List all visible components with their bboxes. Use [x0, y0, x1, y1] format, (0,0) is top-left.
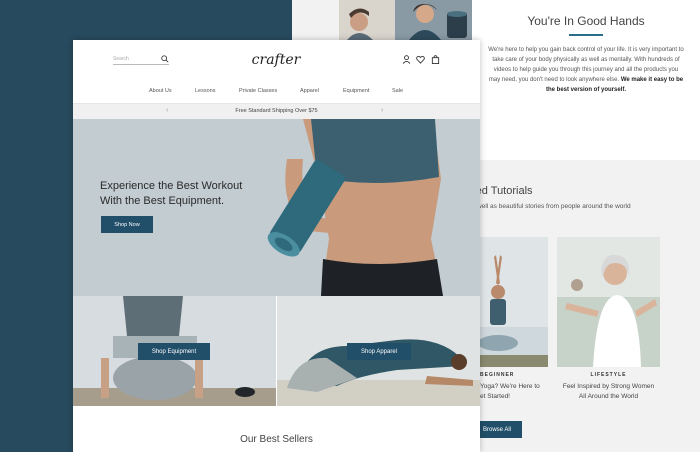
logo-text: crafter [252, 52, 302, 68]
about-photo-1 [339, 0, 395, 40]
hero-banner: Experience the Best Workout With the Bes… [73, 119, 480, 296]
tutorial-caption-2-line1: Feel Inspired by Strong Women [562, 383, 655, 390]
tutorials-title: red Tutorials [472, 185, 533, 197]
search-input[interactable]: Search [113, 56, 129, 62]
front-page: Search crafter About Us Lessons Private … [73, 40, 480, 452]
tutorials-subtitle: s well as beautiful stories from people … [472, 203, 631, 210]
tutorial-card-image-1[interactable] [480, 237, 548, 367]
tutorial-card-image-2[interactable] [557, 237, 660, 367]
nav-item-apparel[interactable]: Apparel [300, 88, 319, 94]
about-text: We're here to help you gain back control… [488, 45, 684, 95]
nav-item-private-classes[interactable]: Private Classes [239, 88, 277, 94]
tutorial-tag-1: BEGINNER [480, 372, 515, 378]
about-photo-2 [395, 0, 472, 40]
nav-item-about-us[interactable]: About Us [149, 88, 172, 94]
cart-icon[interactable] [431, 55, 440, 64]
hero-title-line1: Experience the Best Workout [100, 180, 243, 192]
tutorial-caption-2[interactable]: Feel Inspired by Strong Women All Around… [557, 382, 660, 402]
about-divider [569, 34, 603, 36]
nav-item-lessons[interactable]: Lessons [195, 88, 216, 94]
shop-equipment-button[interactable]: Shop Equipment [138, 343, 210, 360]
tutorial-caption-1[interactable]: Yoga? We're Here to et Started! [480, 382, 548, 402]
best-sellers-title: Our Best Sellers [240, 434, 313, 445]
search-underline [113, 64, 169, 65]
tutorial-tag-2: LIFESTYLE [590, 372, 627, 378]
hero-title: Experience the Best Workout With the Bes… [100, 179, 242, 209]
shipping-text: Free Standard Shipping Over $75 [235, 108, 318, 114]
account-icon[interactable] [402, 55, 411, 64]
crafter-logo[interactable]: crafter [243, 48, 309, 70]
shop-now-button[interactable]: Shop Now [101, 216, 153, 233]
equipment-tile: Shop Equipment [73, 296, 276, 406]
tutorial-caption-1-line1: Yoga? We're Here to [480, 383, 540, 390]
about-section: You're In Good Hands We're here to help … [472, 0, 700, 160]
main-nav: About Us Lessons Private Classes Apparel… [73, 88, 480, 102]
shipping-banner: ‹ Free Standard Shipping Over $75 › [73, 103, 480, 119]
hero-title-line2: With the Best Equipment. [100, 195, 225, 207]
tutorial-caption-2-line2: All Around the World [578, 393, 639, 400]
apparel-tile: Shop Apparel [277, 296, 480, 406]
shop-apparel-button[interactable]: Shop Apparel [347, 343, 411, 360]
search-icon[interactable] [161, 55, 169, 63]
shipping-next-arrow[interactable]: › [381, 107, 383, 114]
heart-icon[interactable] [416, 55, 425, 64]
nav-item-sale[interactable]: Sale [392, 88, 403, 94]
tutorial-caption-1-line2: et Started! [480, 393, 510, 400]
about-title: You're In Good Hands [527, 14, 645, 28]
nav-item-equipment[interactable]: Equipment [343, 88, 369, 94]
